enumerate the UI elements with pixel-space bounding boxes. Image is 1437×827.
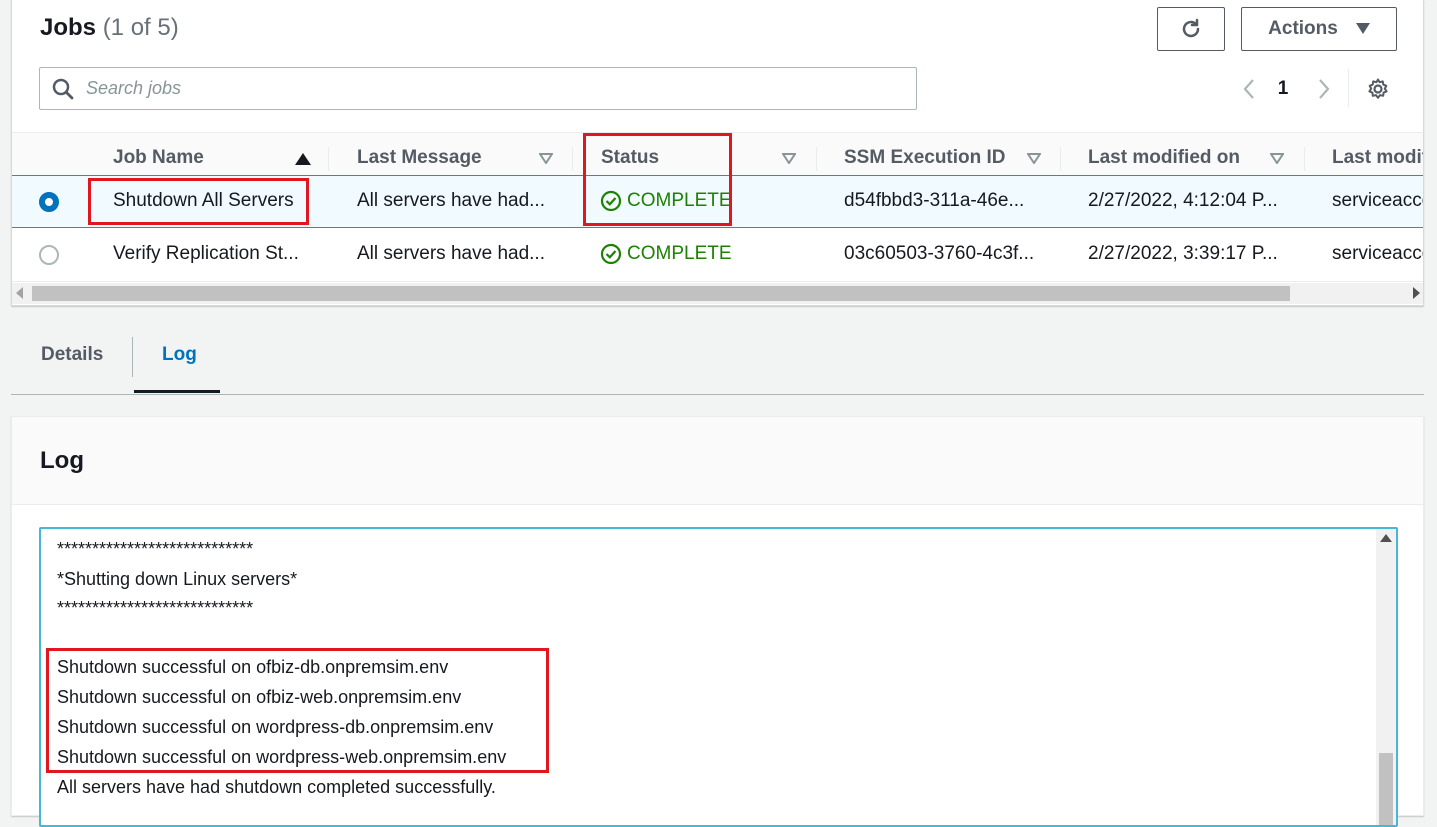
vertical-scrollbar[interactable]: [1376, 529, 1396, 825]
log-line: Shutdown successful on ofbiz-web.onprems…: [57, 687, 462, 707]
row-radio[interactable]: [39, 245, 59, 265]
refresh-icon: [1182, 18, 1200, 38]
status-cell: COMPLETE: [600, 243, 732, 265]
job-name-cell: Shutdown All Servers: [113, 190, 294, 211]
search-icon: [52, 78, 74, 99]
modified-on-cell: 2/27/2022, 3:39:17 P...: [1088, 243, 1278, 264]
col-last-message[interactable]: Last Message: [357, 147, 482, 169]
tab-details[interactable]: Details: [41, 344, 103, 366]
tab-bar: Details Log: [11, 335, 1424, 395]
log-panel: Log **************************** *Shutti…: [11, 416, 1424, 827]
sort-down-icon[interactable]: [1270, 153, 1284, 164]
caret-down-icon: [1355, 23, 1370, 34]
search-box[interactable]: [39, 67, 917, 110]
settings-button[interactable]: [1363, 74, 1393, 104]
col-last-modified-on[interactable]: Last modified on: [1088, 147, 1240, 169]
col-status[interactable]: Status: [601, 147, 659, 169]
jobs-title: Jobs: [40, 14, 97, 41]
col-divider: [572, 147, 573, 171]
horizontal-scrollbar[interactable]: [12, 283, 1423, 304]
log-line: Shutdown successful on wordpress-db.onpr…: [57, 717, 494, 737]
chevron-right-icon: [1319, 79, 1330, 99]
page-title: Jobs (1 of 5): [40, 14, 179, 42]
prev-page-button[interactable]: [1234, 74, 1264, 104]
actions-label: Actions: [1268, 18, 1338, 39]
modified-by-cell: serviceacco: [1332, 190, 1424, 211]
tab-divider: [132, 337, 133, 377]
log-line: Shutdown successful on ofbiz-db.onpremsi…: [57, 657, 449, 677]
ssm-id-cell: 03c60503-3760-4c3f...: [844, 243, 1035, 264]
sort-down-icon[interactable]: [1027, 153, 1041, 164]
col-last-modified-by[interactable]: Last modif: [1332, 147, 1423, 169]
scroll-up-icon[interactable]: [1380, 534, 1392, 542]
log-line: All servers have had shutdown completed …: [57, 777, 496, 797]
table-row[interactable]: Verify Replication St... All servers hav…: [12, 229, 1424, 282]
search-input[interactable]: [86, 78, 846, 99]
col-job-name[interactable]: Job Name: [113, 147, 204, 169]
scroll-left-icon[interactable]: [16, 287, 24, 299]
job-name-cell: Verify Replication St...: [113, 243, 299, 264]
col-divider: [328, 147, 329, 171]
status-text: COMPLETE: [627, 243, 732, 264]
sort-down-icon[interactable]: [782, 153, 796, 164]
status-text: COMPLETE: [627, 190, 732, 211]
gear-icon: [1368, 78, 1388, 99]
last-message-cell: All servers have had...: [357, 190, 545, 211]
modified-by-cell: serviceacco: [1332, 243, 1424, 264]
check-circle-icon: [600, 190, 622, 212]
sort-down-icon[interactable]: [539, 153, 553, 164]
actions-button[interactable]: Actions: [1241, 7, 1397, 51]
jobs-count: (1 of 5): [102, 14, 179, 41]
col-divider: [1060, 147, 1061, 171]
scrollbar-thumb[interactable]: [1379, 753, 1393, 825]
modified-on-cell: 2/27/2022, 4:12:04 P...: [1088, 190, 1278, 211]
table-row[interactable]: Shutdown All Servers All servers have ha…: [12, 175, 1424, 228]
chevron-left-icon: [1243, 79, 1254, 99]
pager-divider: [1348, 69, 1349, 107]
log-line: ****************************: [57, 539, 254, 559]
next-page-button[interactable]: [1309, 74, 1339, 104]
sort-up-icon[interactable]: [295, 153, 311, 165]
tab-log[interactable]: Log: [162, 344, 197, 366]
col-divider: [816, 147, 817, 171]
log-header: Log: [12, 417, 1423, 505]
log-line: ****************************: [57, 598, 254, 618]
log-line: Shutdown successful on wordpress-web.onp…: [57, 747, 507, 767]
ssm-id-cell: d54fbbd3-311a-46e...: [844, 190, 1025, 211]
scrollbar-thumb[interactable]: [32, 286, 1290, 301]
log-line: *Shutting down Linux servers*: [57, 569, 298, 589]
page-number[interactable]: 1: [1268, 74, 1298, 104]
status-cell: COMPLETE: [600, 190, 732, 212]
last-message-cell: All servers have had...: [357, 243, 545, 264]
refresh-button[interactable]: [1157, 7, 1225, 51]
log-textarea[interactable]: **************************** *Shutting d…: [39, 527, 1398, 827]
row-radio[interactable]: [39, 192, 59, 212]
scroll-right-icon[interactable]: [1412, 287, 1420, 299]
col-ssm-execution-id[interactable]: SSM Execution ID: [844, 147, 1006, 169]
active-tab-indicator: [134, 390, 220, 393]
log-title: Log: [40, 447, 84, 474]
col-divider: [1304, 147, 1305, 171]
check-circle-icon: [600, 243, 622, 265]
jobs-panel: Jobs (1 of 5) Actions 1: [11, 0, 1424, 306]
